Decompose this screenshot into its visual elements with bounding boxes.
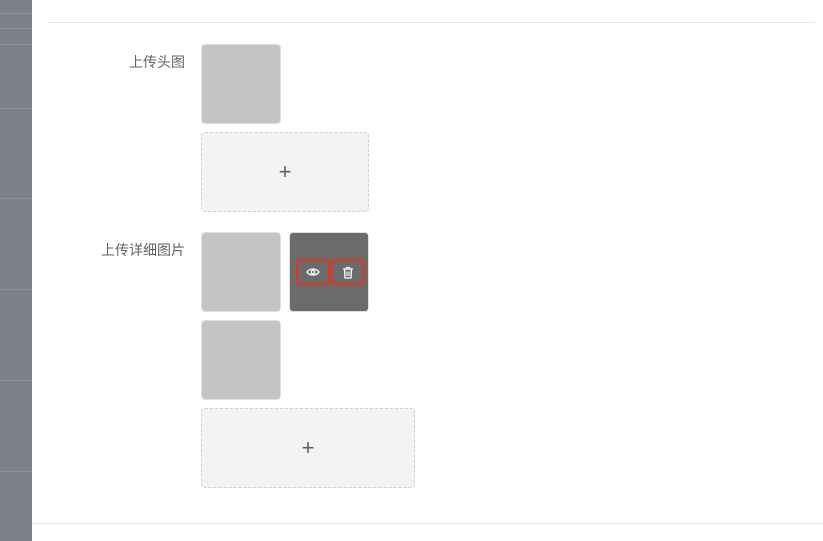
page-overlay-strip bbox=[0, 0, 32, 541]
trash-icon bbox=[343, 266, 353, 279]
avatar-thumbnail[interactable] bbox=[201, 44, 281, 124]
delete-button[interactable] bbox=[331, 259, 365, 285]
details-upload-button[interactable]: + bbox=[201, 408, 415, 488]
plus-icon: + bbox=[278, 159, 292, 184]
plus-icon: + bbox=[301, 435, 315, 460]
top-divider bbox=[48, 22, 815, 23]
detail-thumbnail-1[interactable] bbox=[201, 232, 281, 312]
eye-icon bbox=[306, 268, 320, 276]
image-placeholder bbox=[202, 45, 280, 123]
form-panel: 上传头图 + 上传详细图片 + bbox=[32, 0, 823, 541]
preview-button[interactable] bbox=[296, 259, 330, 285]
image-placeholder bbox=[202, 233, 280, 311]
avatar-upload-label: 上传头图 bbox=[129, 54, 185, 70]
image-placeholder bbox=[202, 321, 280, 399]
avatar-upload-button[interactable]: + bbox=[201, 132, 369, 212]
bottom-divider bbox=[32, 523, 823, 524]
detail-thumbnail-3[interactable] bbox=[201, 320, 281, 400]
details-upload-label: 上传详细图片 bbox=[101, 242, 185, 258]
detail-thumbnail-2[interactable] bbox=[289, 232, 369, 312]
